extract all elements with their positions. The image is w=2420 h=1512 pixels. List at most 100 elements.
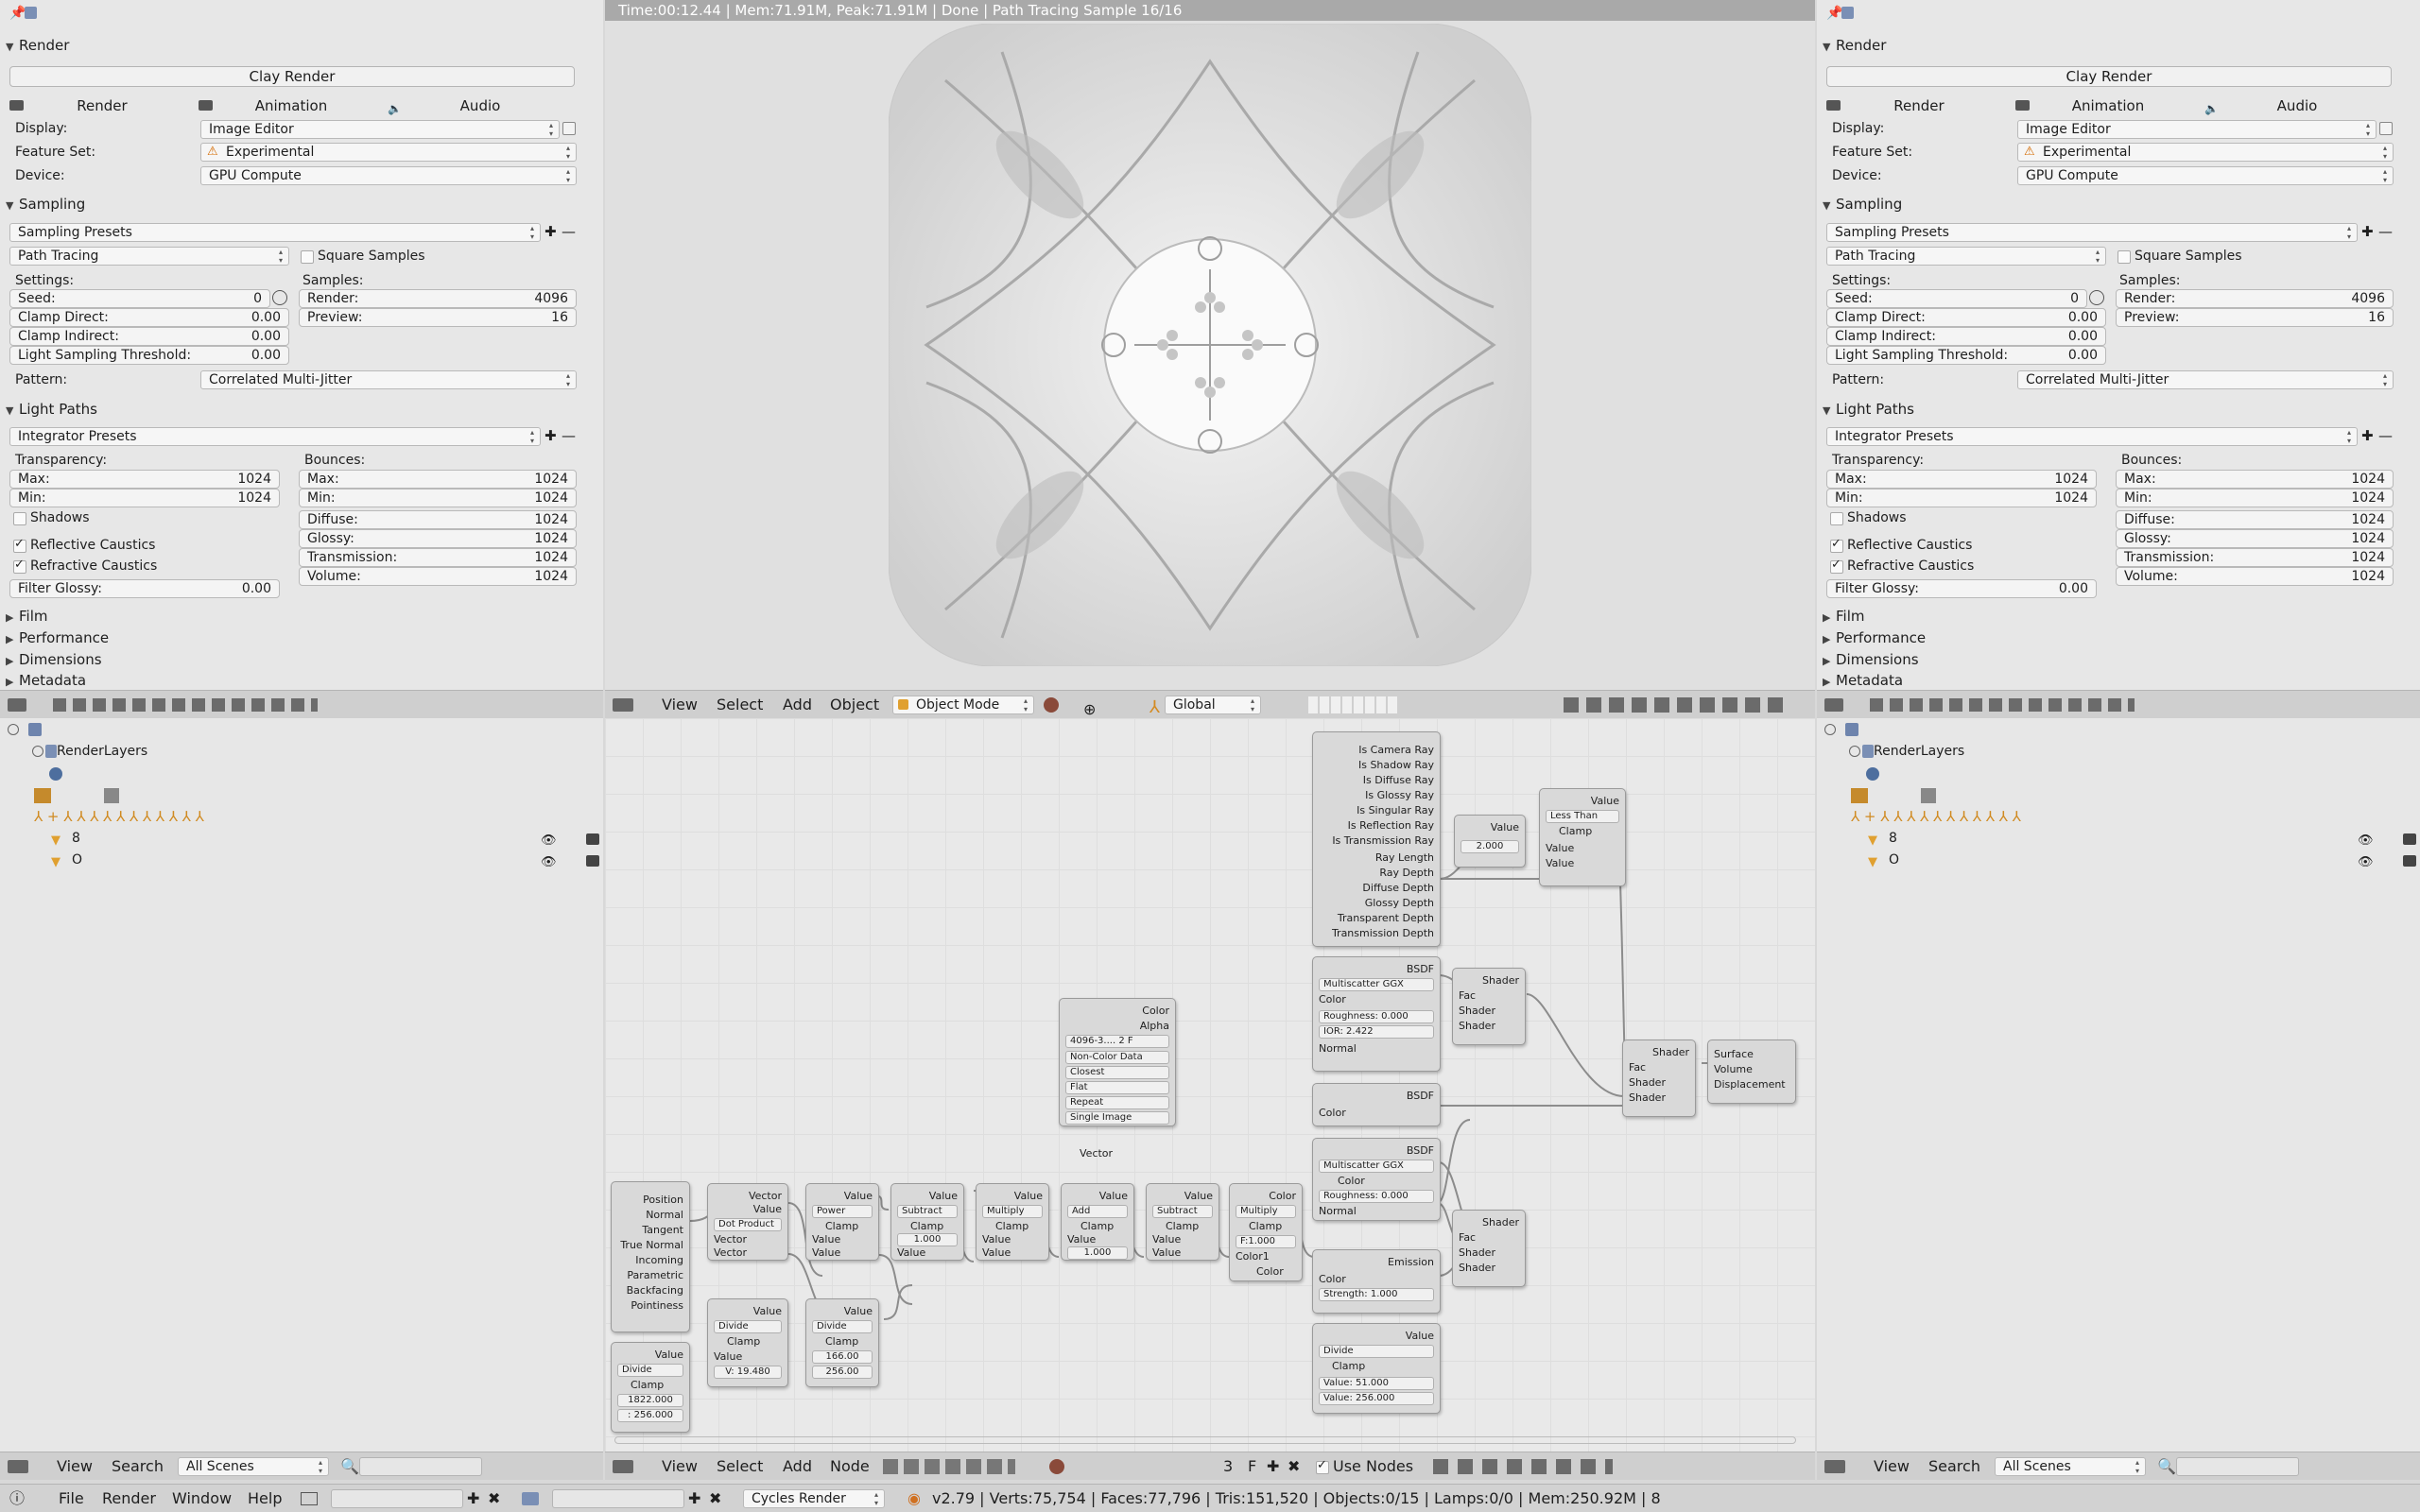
refractive-caustics-checkbox[interactable]: Refractive Caustics [13, 556, 157, 576]
pattern-select[interactable]: Correlated Multi-Jitter [200, 370, 577, 389]
value-field[interactable]: Value: 51.000 [1319, 1377, 1434, 1390]
scene-icon[interactable] [1841, 7, 1854, 19]
horizontal-scrollbar[interactable] [614, 1436, 1796, 1444]
projection-select[interactable]: Flat [1065, 1081, 1169, 1094]
transparency-max-field[interactable]: Max: 1024 [9, 470, 280, 489]
seed-field[interactable]: Seed: 0 [1826, 289, 2087, 308]
color-space-select[interactable]: Non-Color Data [1065, 1051, 1169, 1064]
clamp-direct-field[interactable]: Clamp Direct: 0.00 [1826, 308, 2106, 327]
search-input[interactable] [2176, 1457, 2299, 1476]
material-ball-icon[interactable] [1049, 1459, 1064, 1474]
mix-shader-node[interactable]: Shader Fac Shader Shader [1452, 968, 1526, 1045]
operation-select[interactable]: Power [812, 1205, 873, 1218]
shadows-checkbox[interactable]: Shadows [13, 508, 90, 527]
clamp-checkbox[interactable]: Clamp [714, 1335, 760, 1349]
lock-icon[interactable] [562, 122, 576, 135]
render-toggle-icon[interactable] [2403, 833, 2416, 845]
value-field[interactable]: Value: 256.000 [1319, 1392, 1434, 1405]
use-nodes-checkbox[interactable]: Use Nodes [1316, 1456, 1413, 1476]
scene-filter-select[interactable]: All Scenes [1995, 1457, 2146, 1476]
users-count[interactable]: 3 [1223, 1452, 1233, 1481]
remove-integrator-preset-icon[interactable]: — [2378, 427, 2393, 444]
editor-type-icon[interactable] [613, 698, 633, 712]
divide-node-c[interactable]: Value Divide Clamp 166.00 256.00 [805, 1298, 879, 1387]
pin-icon[interactable]: 📌 [9, 6, 26, 21]
menu-add[interactable]: Add [783, 1452, 812, 1481]
sampling-presets-select[interactable]: Sampling Presets [1826, 223, 2358, 242]
transparency-max-field[interactable]: Max: 1024 [1826, 470, 2097, 489]
shadows-checkbox[interactable]: Shadows [1830, 508, 1907, 527]
add-scene-icon[interactable]: ✚ [688, 1485, 700, 1512]
roughness-field[interactable]: Roughness: 0.000 [1319, 1190, 1434, 1203]
add-screen-icon[interactable]: ✚ [467, 1485, 479, 1512]
glossy-bsdf-node[interactable]: BSDF Multiscatter GGX Color Roughness: 0… [1312, 956, 1441, 1072]
operation-select[interactable]: Subtract [897, 1205, 958, 1218]
menu-select[interactable]: Select [717, 1452, 763, 1481]
render-button[interactable]: Render [1826, 95, 2012, 116]
search-icon[interactable]: 🔍 [2157, 1452, 2176, 1481]
integrator-select[interactable]: Path Tracing [1826, 247, 2106, 266]
distribution-select[interactable]: Multiscatter GGX [1319, 1160, 1434, 1173]
transparency-min-field[interactable]: Min: 1024 [9, 489, 280, 507]
roughness-field[interactable]: Roughness: 0.000 [1319, 1010, 1434, 1023]
display-select[interactable]: Image Editor [2017, 120, 2377, 139]
operation-select[interactable]: Subtract [1152, 1205, 1213, 1218]
visibility-eye-icon[interactable]: 👁 [2358, 833, 2374, 848]
clay-render-button[interactable]: Clay Render [9, 66, 575, 87]
visibility-eye-icon[interactable]: 👁 [2358, 855, 2374, 869]
render-tab-icons[interactable] [1870, 698, 2135, 712]
menu-render[interactable]: Render [102, 1485, 156, 1512]
divide-node-b[interactable]: Value Divide Clamp Value V: 19.480 [707, 1298, 788, 1387]
menu-view[interactable]: View [662, 1452, 698, 1481]
mode-select[interactable]: Object Mode [892, 696, 1034, 714]
clamp-checkbox[interactable]: Clamp [812, 1335, 858, 1349]
operation-select[interactable]: Divide [1319, 1345, 1434, 1358]
menu-view[interactable]: View [57, 1452, 93, 1481]
section-performance[interactable]: ▶ Performance [0, 627, 603, 648]
value-field[interactable]: 1.000 [1067, 1246, 1128, 1260]
reflective-caustics-checkbox[interactable]: Reflective Caustics [1830, 535, 1972, 555]
section-metadata[interactable]: ▶ Metadata [0, 670, 603, 690]
mix-rgb-node[interactable]: Color Multiply Clamp F:1.000 Color1 Colo… [1229, 1183, 1303, 1281]
seed-clock-icon[interactable] [272, 290, 287, 305]
integrator-presets-select[interactable]: Integrator Presets [1826, 427, 2358, 446]
render-toggle-icon[interactable] [586, 855, 599, 867]
subtract-node-2[interactable]: Value Subtract Clamp Value Value [1146, 1183, 1219, 1261]
section-sampling[interactable]: ▼ Sampling [0, 194, 603, 215]
render-button[interactable]: Render [9, 95, 195, 116]
add-material-icon[interactable]: ✚ [1267, 1452, 1279, 1481]
section-film[interactable]: ▶ Film [1817, 606, 2420, 627]
clamp-checkbox[interactable]: Clamp [1152, 1220, 1199, 1233]
refractive-caustics-checkbox[interactable]: Refractive Caustics [1830, 556, 1974, 576]
operation-select[interactable]: Dot Product [714, 1218, 782, 1231]
blend-select[interactable]: Multiply [1236, 1205, 1296, 1218]
clamp-indirect-field[interactable]: Clamp Indirect: 0.00 [9, 327, 289, 346]
menu-object[interactable]: Object [830, 691, 879, 719]
bounces-max-field[interactable]: Max: 1024 [2116, 470, 2394, 489]
integrator-presets-select[interactable]: Integrator Presets [9, 427, 541, 446]
snap-icons[interactable] [1433, 1459, 1613, 1474]
section-render[interactable]: ▼ Render [0, 35, 603, 56]
volume-bounces-field[interactable]: Volume: 1024 [2116, 567, 2394, 586]
editor-type-icon[interactable] [613, 1460, 633, 1473]
section-light-paths[interactable]: ▼ Light Paths [0, 399, 603, 420]
value-field[interactable]: 1822.000 [617, 1394, 683, 1407]
clay-render-button[interactable]: Clay Render [1826, 66, 2392, 87]
seed-field[interactable]: Seed: 0 [9, 289, 270, 308]
square-samples-checkbox[interactable]: Square Samples [301, 247, 425, 266]
transmission-bounces-field[interactable]: Transmission: 1024 [2116, 548, 2394, 567]
clamp-checkbox[interactable]: Clamp [1067, 1220, 1114, 1233]
add-integrator-preset-icon[interactable]: ✚ [544, 427, 557, 444]
operation-select[interactable]: Add [1067, 1205, 1128, 1218]
clamp-checkbox[interactable]: Clamp [982, 1220, 1028, 1233]
emission-node[interactable]: Emission Color Strength: 1.000 [1312, 1249, 1441, 1314]
glossy-bounces-field[interactable]: Glossy: 1024 [2116, 529, 2394, 548]
section-sampling[interactable]: ▼ Sampling [1817, 194, 2420, 215]
volume-bounces-field[interactable]: Volume: 1024 [299, 567, 577, 586]
reflective-caustics-checkbox[interactable]: Reflective Caustics [13, 535, 155, 555]
geometry-node[interactable]: Position Normal Tangent True Normal Inco… [611, 1181, 690, 1332]
editor-type-icon[interactable] [8, 1460, 28, 1473]
renderlayers-row[interactable]: RenderLayers [32, 743, 147, 760]
square-samples-checkbox[interactable]: Square Samples [2118, 247, 2242, 266]
section-performance[interactable]: ▶ Performance [1817, 627, 2420, 648]
